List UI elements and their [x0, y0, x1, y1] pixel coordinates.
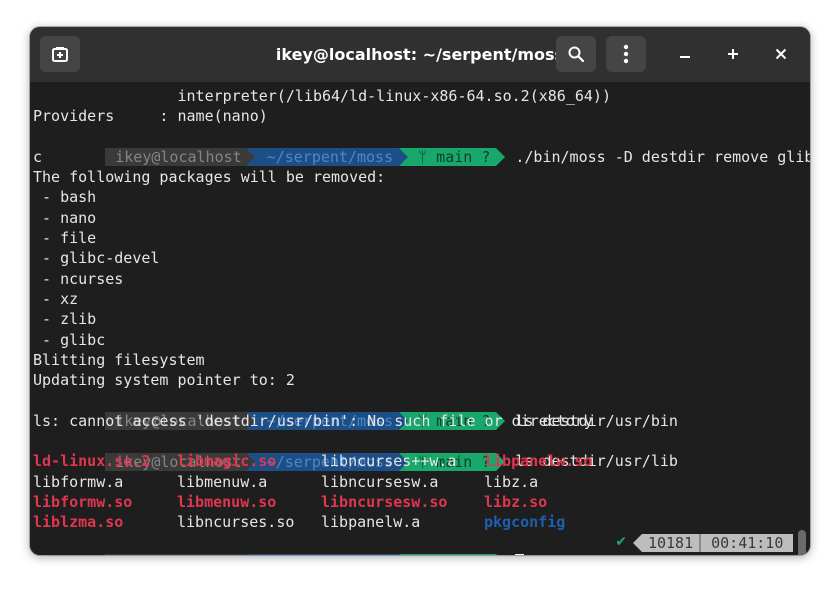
- maximize-plus-icon: [728, 49, 738, 59]
- prompt-git: ᛘ main ?: [408, 554, 497, 555]
- close-button[interactable]: [766, 39, 796, 69]
- new-tab-button[interactable]: [40, 36, 80, 72]
- error-line: ls: cannot access 'destdir/usr/bin': No …: [33, 411, 593, 430]
- ls-entry: libz.a: [484, 472, 539, 491]
- header-bar: ikey@localhost: ~/serpent/moss: [30, 27, 810, 82]
- package-item: - bash: [33, 188, 97, 207]
- ls-entry: libformw.a: [33, 472, 124, 491]
- clock: 00:41:10: [701, 533, 794, 552]
- success-check-icon: ✔: [615, 534, 627, 551]
- powerline-separator-icon: [632, 533, 642, 552]
- menu-button[interactable]: [606, 36, 646, 72]
- minimize-icon: [680, 56, 690, 58]
- text-cursor[interactable]: [515, 554, 525, 555]
- search-button[interactable]: [556, 36, 596, 72]
- package-item: - glibc-devel: [33, 249, 160, 268]
- package-item: - xz: [33, 289, 79, 308]
- right-prompt: ✔ 10181 00:41:10: [615, 533, 794, 552]
- terminal-window: ikey@localhost: ~/serpent/moss interpret…: [30, 27, 810, 555]
- powerline-separator-icon: [496, 554, 506, 555]
- ls-entry: libncursesw.a: [321, 472, 439, 491]
- terminal-area[interactable]: interpreter(/lib64/ld-linux-x86-64.so.2(…: [30, 82, 810, 555]
- prompt-line: ikey@localhost ~/serpent/moss ᛘ main ? ./b…: [33, 127, 810, 167]
- package-item: - nano: [33, 208, 97, 227]
- shell-prompt: ikey@localhost ~/serpent/moss ᛘ main ?: [105, 554, 506, 555]
- close-icon: [775, 48, 787, 60]
- prompt-user: ikey@localhost: [105, 554, 246, 555]
- prompt-line: ikey@localhost ~/serpent/moss ᛘ main ? ls …: [33, 431, 810, 471]
- package-item: - file: [33, 229, 97, 248]
- powerline-separator-icon: [399, 554, 409, 555]
- ls-entry: libmenuw.so: [177, 492, 277, 511]
- ls-entry: pkgconfig: [484, 513, 566, 532]
- ls-entry: libpanelw.a: [321, 513, 421, 532]
- ls-entry: liblzma.so: [33, 513, 124, 532]
- ls-entry: libformw.so: [33, 492, 133, 511]
- ls-output: ld-linux.so.2 libmagic.so libncurses++w.a l…: [33, 451, 810, 532]
- ls-entry: libncurses.so: [177, 513, 295, 532]
- output-line: interpreter(/lib64/ld-linux-x86-64.so.2(…: [33, 87, 611, 105]
- ls-entry: libpanelw.so: [484, 452, 593, 471]
- kebab-menu-icon: [623, 44, 629, 64]
- git-branch-icon: ᛘ: [418, 554, 427, 555]
- ls-entry: ld-linux.so.2: [33, 452, 151, 471]
- active-prompt-line: ikey@localhost ~/serpent/moss ᛘ main ? ✔ 1…: [33, 533, 810, 555]
- new-tab-icon: [52, 47, 68, 62]
- ls-entry: libncursesw.so: [321, 492, 448, 511]
- ls-entry: libncurses++w.a: [321, 452, 457, 471]
- minimize-button[interactable]: [670, 39, 700, 69]
- package-item: - zlib: [33, 310, 97, 329]
- powerline-separator-icon: [245, 554, 255, 555]
- package-item: - glibc: [33, 330, 106, 349]
- ls-entry: libmagic.so: [177, 452, 277, 471]
- ls-entry: libmenuw.a: [177, 472, 268, 491]
- prompt-line: ikey@localhost ~/serpent/moss ᛘ main ? ls …: [33, 390, 810, 431]
- maximize-button[interactable]: [718, 39, 748, 69]
- output-line: Providers : name(nano): [33, 107, 268, 126]
- prompt-directory: ~/serpent/moss: [254, 554, 400, 555]
- scrollbar-thumb[interactable]: [798, 530, 806, 555]
- output-line: c: [33, 147, 43, 166]
- output-line: The following packages will be removed:: [33, 168, 386, 187]
- output-line: Updating system pointer to: 2: [33, 371, 295, 390]
- output-line: Blitting filesystem: [33, 350, 205, 369]
- search-icon: [568, 46, 585, 63]
- git-branch-label: main ?: [436, 554, 490, 555]
- ls-entry: libz.so: [484, 492, 548, 511]
- package-item: - ncurses: [33, 269, 124, 288]
- history-number: 10181: [641, 533, 700, 552]
